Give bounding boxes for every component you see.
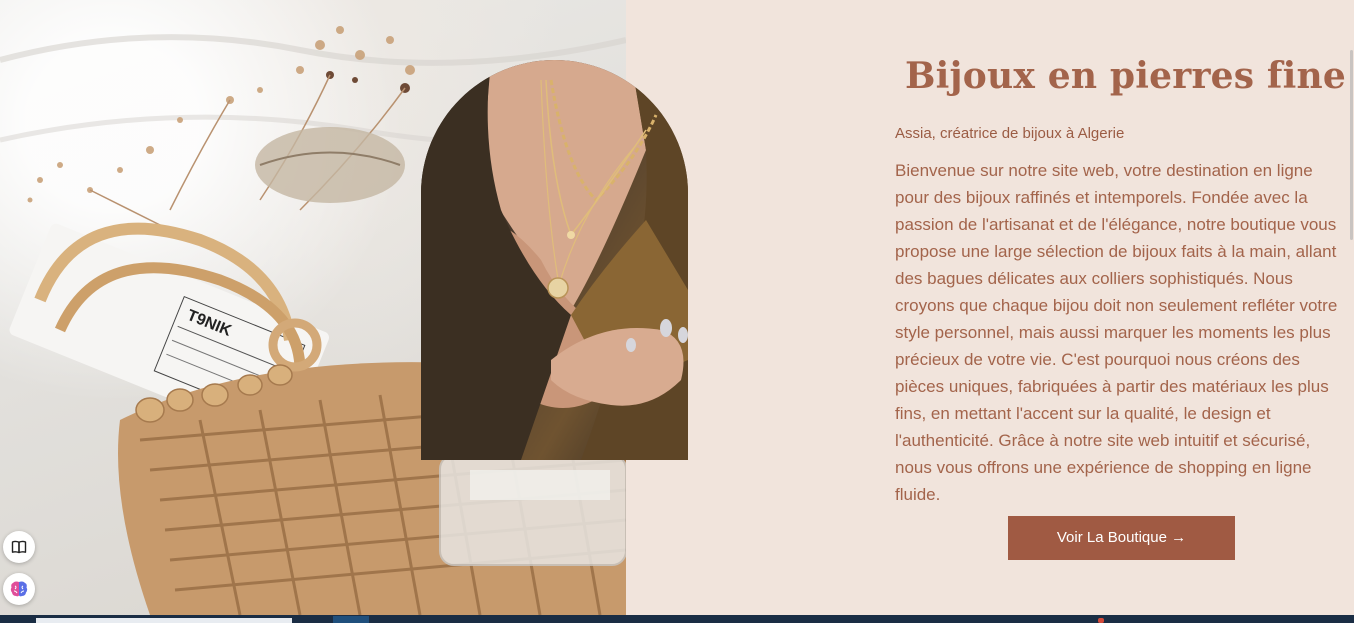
description: Bienvenue sur notre site web, votre dest… (895, 161, 1338, 504)
os-taskbar (0, 615, 1354, 623)
ai-assistant-button[interactable] (3, 573, 35, 605)
reader-button[interactable] (3, 531, 35, 563)
page-scrollbar[interactable] (1347, 0, 1354, 615)
taskbar-notification-icon[interactable] (1098, 618, 1104, 623)
page-title: Bijoux en pierres fines (905, 55, 1354, 97)
hero-section: T9NIK Bijoux en pierres fines Assia, cré… (0, 0, 1354, 623)
scrollbar-thumb[interactable] (1350, 50, 1353, 240)
subtitle: Assia, créatrice de bijoux à Algerie (895, 125, 1125, 142)
arch-photo-necklace (421, 60, 688, 460)
brain-icon (10, 581, 28, 597)
shop-button[interactable]: Voir La Boutique → (1008, 516, 1235, 560)
taskbar-app-icon[interactable] (333, 616, 369, 623)
book-icon (11, 540, 27, 554)
necklace-illustration (421, 60, 688, 460)
taskbar-search-box[interactable] (36, 618, 292, 623)
hero-content: Bijoux en pierres fines Assia, créatrice… (895, 52, 1354, 508)
